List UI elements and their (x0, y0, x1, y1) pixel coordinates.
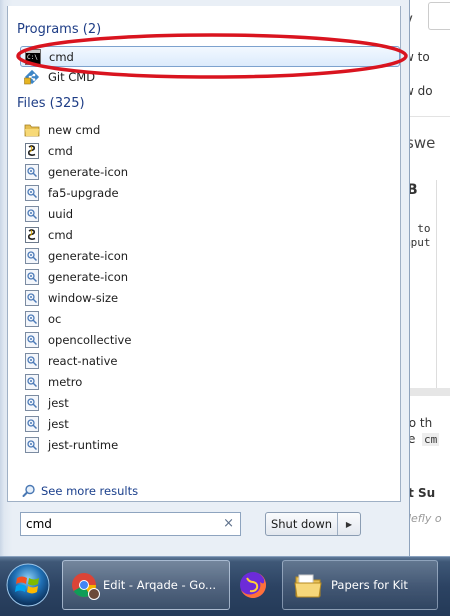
bg-divider (436, 180, 437, 390)
result-label: cmd (49, 49, 74, 64)
script-file-icon (24, 290, 40, 306)
script-file-icon (24, 374, 40, 390)
programs-section-header[interactable]: Programs (2) (17, 22, 101, 37)
script-file-icon (24, 353, 40, 369)
cmd-icon (25, 48, 41, 65)
file-result-item[interactable]: cmd (24, 225, 394, 245)
script-file-icon (24, 311, 40, 327)
shutdown-button[interactable]: Shut down (266, 513, 338, 535)
chrome-icon (71, 572, 100, 600)
batch-file-icon (24, 227, 40, 243)
folder-icon (294, 574, 322, 598)
result-program-git-cmd[interactable]: Git CMD (24, 67, 394, 87)
bg-fragment: swe (406, 134, 436, 152)
background-search-box (428, 2, 450, 30)
bg-scrollbar (404, 388, 450, 396)
file-result-label: generate-icon (48, 165, 129, 179)
script-file-icon (24, 185, 40, 201)
file-result-item[interactable]: jest (24, 414, 394, 434)
file-result-label: metro (48, 375, 83, 389)
file-result-label: jest (48, 417, 69, 431)
profile-avatar-icon (88, 588, 100, 600)
file-result-label: generate-icon (48, 270, 129, 284)
file-result-label: jest (48, 396, 69, 410)
file-result-label: react-native (48, 354, 118, 368)
script-file-icon (24, 269, 40, 285)
batch-file-icon (24, 143, 40, 159)
file-result-item[interactable]: oc (24, 309, 394, 329)
script-file-icon (24, 437, 40, 453)
file-result-item[interactable]: uuid (24, 204, 394, 224)
file-result-label: opencollective (48, 333, 132, 347)
file-result-label: cmd (48, 228, 73, 242)
script-file-icon (24, 164, 40, 180)
start-button[interactable] (2, 559, 54, 611)
file-result-item[interactable]: cmd (24, 141, 394, 161)
file-result-item[interactable]: generate-icon (24, 162, 394, 182)
file-result-item[interactable]: react-native (24, 351, 394, 371)
search-input[interactable] (21, 514, 211, 534)
file-result-item[interactable]: new cmd (24, 120, 394, 140)
taskbar-firefox-button[interactable] (232, 560, 274, 610)
files-section-header[interactable]: Files (325) (17, 96, 85, 111)
windows-logo-icon (6, 563, 50, 607)
file-result-label: new cmd (48, 123, 101, 137)
shutdown-options-arrow-icon[interactable]: ▶ (338, 513, 360, 535)
file-result-label: generate-icon (48, 249, 129, 263)
file-result-label: fa5-upgrade (48, 186, 119, 200)
file-result-item[interactable]: jest-runtime (24, 435, 394, 455)
start-search-box[interactable]: × (20, 512, 241, 536)
shutdown-group: Shut down ▶ (265, 512, 361, 536)
file-result-item[interactable]: opencollective (24, 330, 394, 350)
bg-fragment: cm (422, 433, 440, 446)
search-icon (22, 484, 36, 498)
file-result-label: uuid (48, 207, 74, 221)
file-result-label: cmd (48, 144, 73, 158)
file-result-label: oc (48, 312, 62, 326)
folder-icon (24, 122, 40, 138)
script-file-icon (24, 248, 40, 264)
taskbar-explorer-button[interactable]: Papers for Kit (282, 560, 438, 610)
taskbar-explorer-label: Papers for Kit (331, 578, 408, 592)
taskbar: Edit - Arqade - Go... Papers for Kit (0, 556, 450, 616)
search-results-panel: Programs (2) cmd Git CMD Files (325) new… (7, 6, 401, 502)
script-file-icon (24, 332, 40, 348)
result-program-cmd[interactable]: cmd (20, 46, 400, 67)
firefox-icon (240, 572, 266, 598)
file-result-item[interactable]: generate-icon (24, 246, 394, 266)
see-more-results-link[interactable]: See more results (22, 484, 138, 498)
clear-search-icon[interactable]: × (223, 516, 234, 531)
file-result-label: window-size (48, 291, 119, 305)
file-result-item[interactable]: fa5-upgrade (24, 183, 394, 203)
file-result-item[interactable]: generate-icon (24, 267, 394, 287)
script-file-icon (24, 395, 40, 411)
file-result-label: jest-runtime (48, 438, 119, 452)
file-result-item[interactable]: metro (24, 372, 394, 392)
git-icon (24, 69, 40, 85)
file-result-item[interactable]: jest (24, 393, 394, 413)
taskbar-chrome-label: Edit - Arqade - Go... (103, 578, 217, 592)
see-more-label: See more results (41, 484, 139, 498)
file-result-item[interactable]: window-size (24, 288, 394, 308)
bg-divider (404, 116, 450, 117)
script-file-icon (24, 416, 40, 432)
taskbar-chrome-button[interactable]: Edit - Arqade - Go... (62, 560, 230, 610)
start-menu: Programs (2) cmd Git CMD Files (325) new… (0, 0, 410, 556)
script-file-icon (24, 206, 40, 222)
result-label: Git CMD (48, 70, 96, 84)
